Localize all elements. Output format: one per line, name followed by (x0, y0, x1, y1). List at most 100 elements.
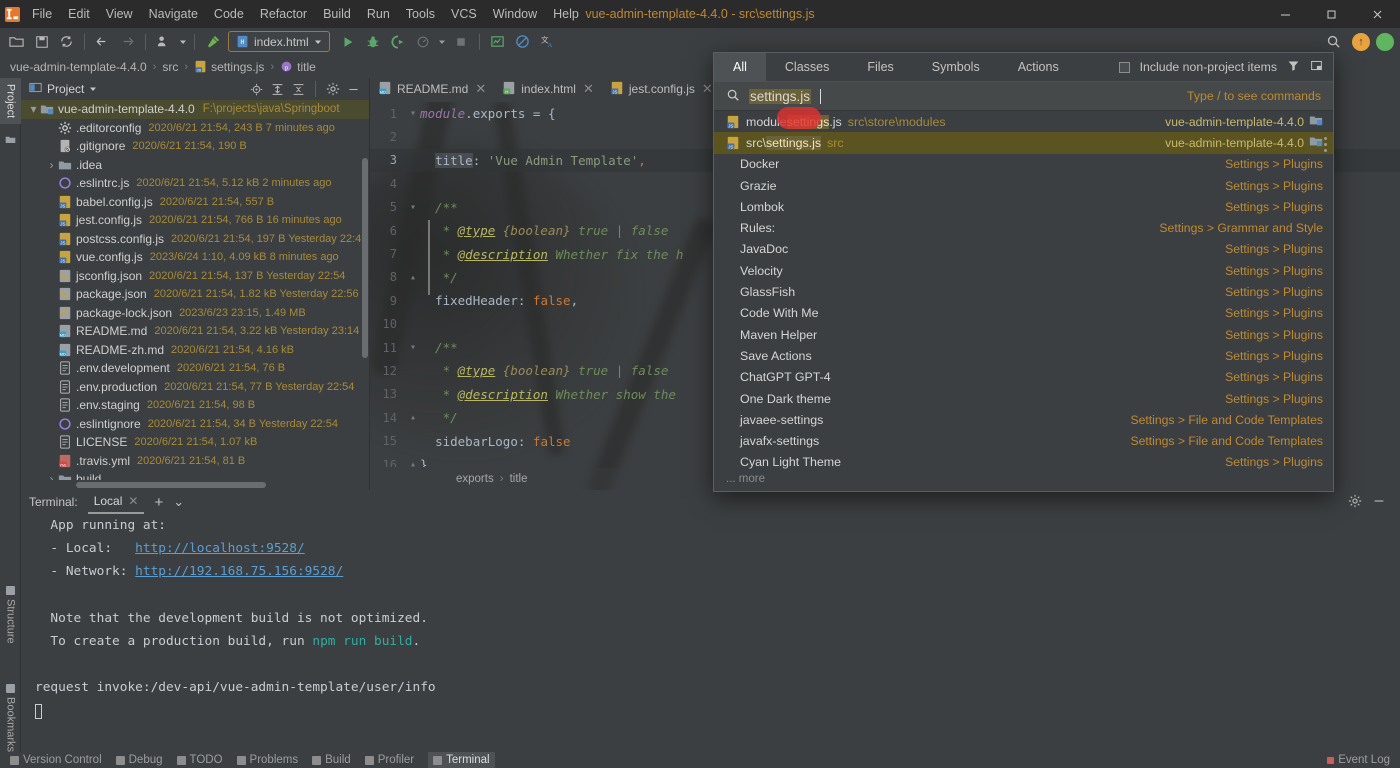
avatar[interactable] (1376, 32, 1394, 51)
close-icon[interactable]: ✕ (702, 81, 713, 97)
fold-toggle-icon[interactable]: ▾ (406, 342, 420, 353)
terminal-link[interactable]: http://localhost:9528/ (135, 541, 305, 556)
close-icon[interactable]: ✕ (128, 489, 138, 513)
sidebar-item-structure[interactable]: Structure (0, 580, 21, 650)
search-result-row[interactable]: Save Actions Settings > Plugins (714, 345, 1333, 366)
collapse-all-icon[interactable] (289, 80, 308, 99)
chevron-down-icon-profiler[interactable] (436, 31, 449, 53)
fold-toggle-icon[interactable]: ▴ (406, 272, 420, 283)
tree-row[interactable]: .editorconfig 2020/6/21 21:54, 243 B 7 mi… (21, 119, 369, 138)
search-result-row[interactable]: Velocity Settings > Plugins (714, 260, 1333, 281)
editor-breadcrumb-exports[interactable]: exports (456, 473, 494, 485)
include-non-project-checkbox[interactable] (1118, 61, 1130, 73)
expand-all-icon[interactable] (268, 80, 287, 99)
status-bar-item[interactable]: Debug (115, 754, 163, 766)
terminal-minimize-icon[interactable] (1372, 494, 1386, 511)
menu-tools[interactable]: Tools (398, 0, 443, 28)
sidebar-item-bookmarks[interactable]: Bookmarks (0, 678, 21, 758)
status-bar-item-event-log[interactable]: Event Log (1327, 754, 1390, 766)
tree-row[interactable]: JS babel.config.js 2020/6/21 21:54, 557 B (21, 193, 369, 212)
tree-row[interactable]: JS vue.config.js 2023/6/24 1:10, 4.09 kB 8… (21, 248, 369, 267)
build-hammer-icon[interactable] (200, 31, 225, 53)
translate-icon[interactable]: 文A (535, 31, 560, 53)
search-result-row[interactable]: Lombok Settings > Plugins (714, 196, 1333, 217)
chevron-down-icon-vcs[interactable] (176, 31, 189, 53)
menu-vcs[interactable]: VCS (443, 0, 485, 28)
tree-row[interactable]: package.json 2020/6/21 21:54, 1.82 kB Yes… (21, 285, 369, 304)
close-button[interactable] (1354, 0, 1400, 28)
terminal-link[interactable]: http://192.168.75.156:9528/ (135, 564, 343, 579)
breadcrumb-item-file[interactable]: settings.js (211, 60, 264, 74)
menu-run[interactable]: Run (359, 0, 398, 28)
menu-code[interactable]: Code (206, 0, 252, 28)
chevron-down-icon-terminal[interactable]: ⌄ (173, 494, 184, 510)
settings-gear-icon[interactable] (323, 80, 342, 99)
menu-view[interactable]: View (98, 0, 141, 28)
search-result-row[interactable]: ChatGPT GPT-4 Settings > Plugins (714, 367, 1333, 388)
no-entry-icon[interactable] (510, 31, 535, 53)
search-tab-all[interactable]: All (714, 53, 766, 81)
fold-toggle-icon[interactable]: ▴ (406, 412, 420, 423)
editor-breadcrumb-title[interactable]: title (510, 473, 528, 485)
maximize-button[interactable] (1308, 0, 1354, 28)
status-bar-item[interactable]: Version Control (10, 754, 102, 766)
terminal-tab-local[interactable]: Local ✕ (87, 489, 145, 514)
search-result-row[interactable]: javafx-settings Settings > File and Code … (714, 430, 1333, 451)
search-result-row[interactable]: javaee-settings Settings > File and Code … (714, 409, 1333, 430)
more-results-label[interactable]: ... more (714, 471, 1333, 491)
forward-arrow-icon[interactable] (115, 31, 140, 53)
status-bar-item[interactable]: Problems (236, 754, 298, 766)
close-icon[interactable]: ✕ (583, 81, 594, 97)
status-bar-item[interactable]: Terminal (428, 752, 495, 768)
preview-panel-icon[interactable] (1310, 59, 1323, 75)
search-result-row[interactable]: Maven Helper Settings > Plugins (714, 324, 1333, 345)
terminal-settings-gear-icon[interactable] (1348, 494, 1362, 511)
tree-row[interactable]: › build (21, 470, 369, 480)
search-tab-files[interactable]: Files (848, 53, 912, 81)
tree-vertical-scrollbar[interactable] (362, 158, 368, 358)
search-result-row[interactable]: JS src\settings.js src vue-admin-template-4… (714, 132, 1333, 154)
tree-row[interactable]: JS jest.config.js 2020/6/21 21:54, 766 B 1… (21, 211, 369, 230)
chevron-down-icon-project[interactable] (89, 82, 97, 96)
fold-toggle-icon[interactable]: ▾ (406, 108, 420, 119)
menu-refactor[interactable]: Refactor (252, 0, 315, 28)
diagram-icon[interactable] (485, 31, 510, 53)
status-bar-item[interactable]: Build (312, 754, 351, 766)
search-result-row[interactable]: One Dark theme Settings > Plugins (714, 388, 1333, 409)
tree-row[interactable]: package-lock.json 2023/6/23 23:15, 1.49 M… (21, 304, 369, 323)
editor-tab[interactable]: JS jest.config.js ✕ (602, 78, 721, 102)
search-input[interactable]: settings.js (749, 88, 812, 104)
tree-row[interactable]: LICENSE 2020/6/21 21:54, 1.07 kB (21, 433, 369, 452)
status-bar-item[interactable]: Profiler (364, 754, 414, 766)
locate-icon[interactable] (247, 80, 266, 99)
menu-edit[interactable]: Edit (60, 0, 98, 28)
open-folder-icon[interactable] (4, 31, 29, 53)
tree-horizontal-scrollbar[interactable] (76, 482, 266, 488)
tree-expander[interactable]: ▾ (27, 102, 40, 116)
search-tab-actions[interactable]: Actions (999, 53, 1078, 81)
status-bar-item[interactable]: TODO (176, 754, 223, 766)
search-icon[interactable] (1321, 31, 1346, 53)
editor-tab[interactable]: MD README.md ✕ (370, 78, 494, 102)
breadcrumb-item-project[interactable]: vue-admin-template-4.4.0 (10, 60, 147, 74)
close-icon[interactable]: ✕ (475, 81, 486, 97)
stop-icon[interactable] (449, 31, 474, 53)
tree-row[interactable]: YML .travis.yml 2020/6/21 21:54, 81 B (21, 452, 369, 471)
search-result-row[interactable]: Rules: Settings > Grammar and Style (714, 217, 1333, 238)
run-with-coverage-icon[interactable] (386, 31, 411, 53)
tree-row[interactable]: JS postcss.config.js 2020/6/21 21:54, 197 … (21, 230, 369, 249)
menu-window[interactable]: Window (485, 0, 545, 28)
sidebar-item-project[interactable]: Project (0, 78, 21, 125)
breadcrumb-item-src[interactable]: src (162, 60, 178, 74)
updates-available-badge[interactable]: ↑ (1352, 32, 1370, 51)
sync-icon[interactable] (54, 31, 79, 53)
vcs-update-icon[interactable] (151, 31, 176, 53)
tree-row[interactable]: .eslintignore 2020/6/21 21:54, 34 B Yeste… (21, 415, 369, 434)
search-tab-symbols[interactable]: Symbols (913, 53, 999, 81)
search-result-row[interactable]: Docker Settings > Plugins (714, 154, 1333, 175)
run-icon[interactable] (336, 31, 361, 53)
tree-row[interactable]: › .idea (21, 156, 369, 175)
search-result-row[interactable]: JavaDoc Settings > Plugins (714, 239, 1333, 260)
tree-expander[interactable]: › (45, 472, 58, 480)
search-results-list[interactable]: JSmodulesettings.jssrc\store\modulesvue-… (714, 111, 1333, 471)
